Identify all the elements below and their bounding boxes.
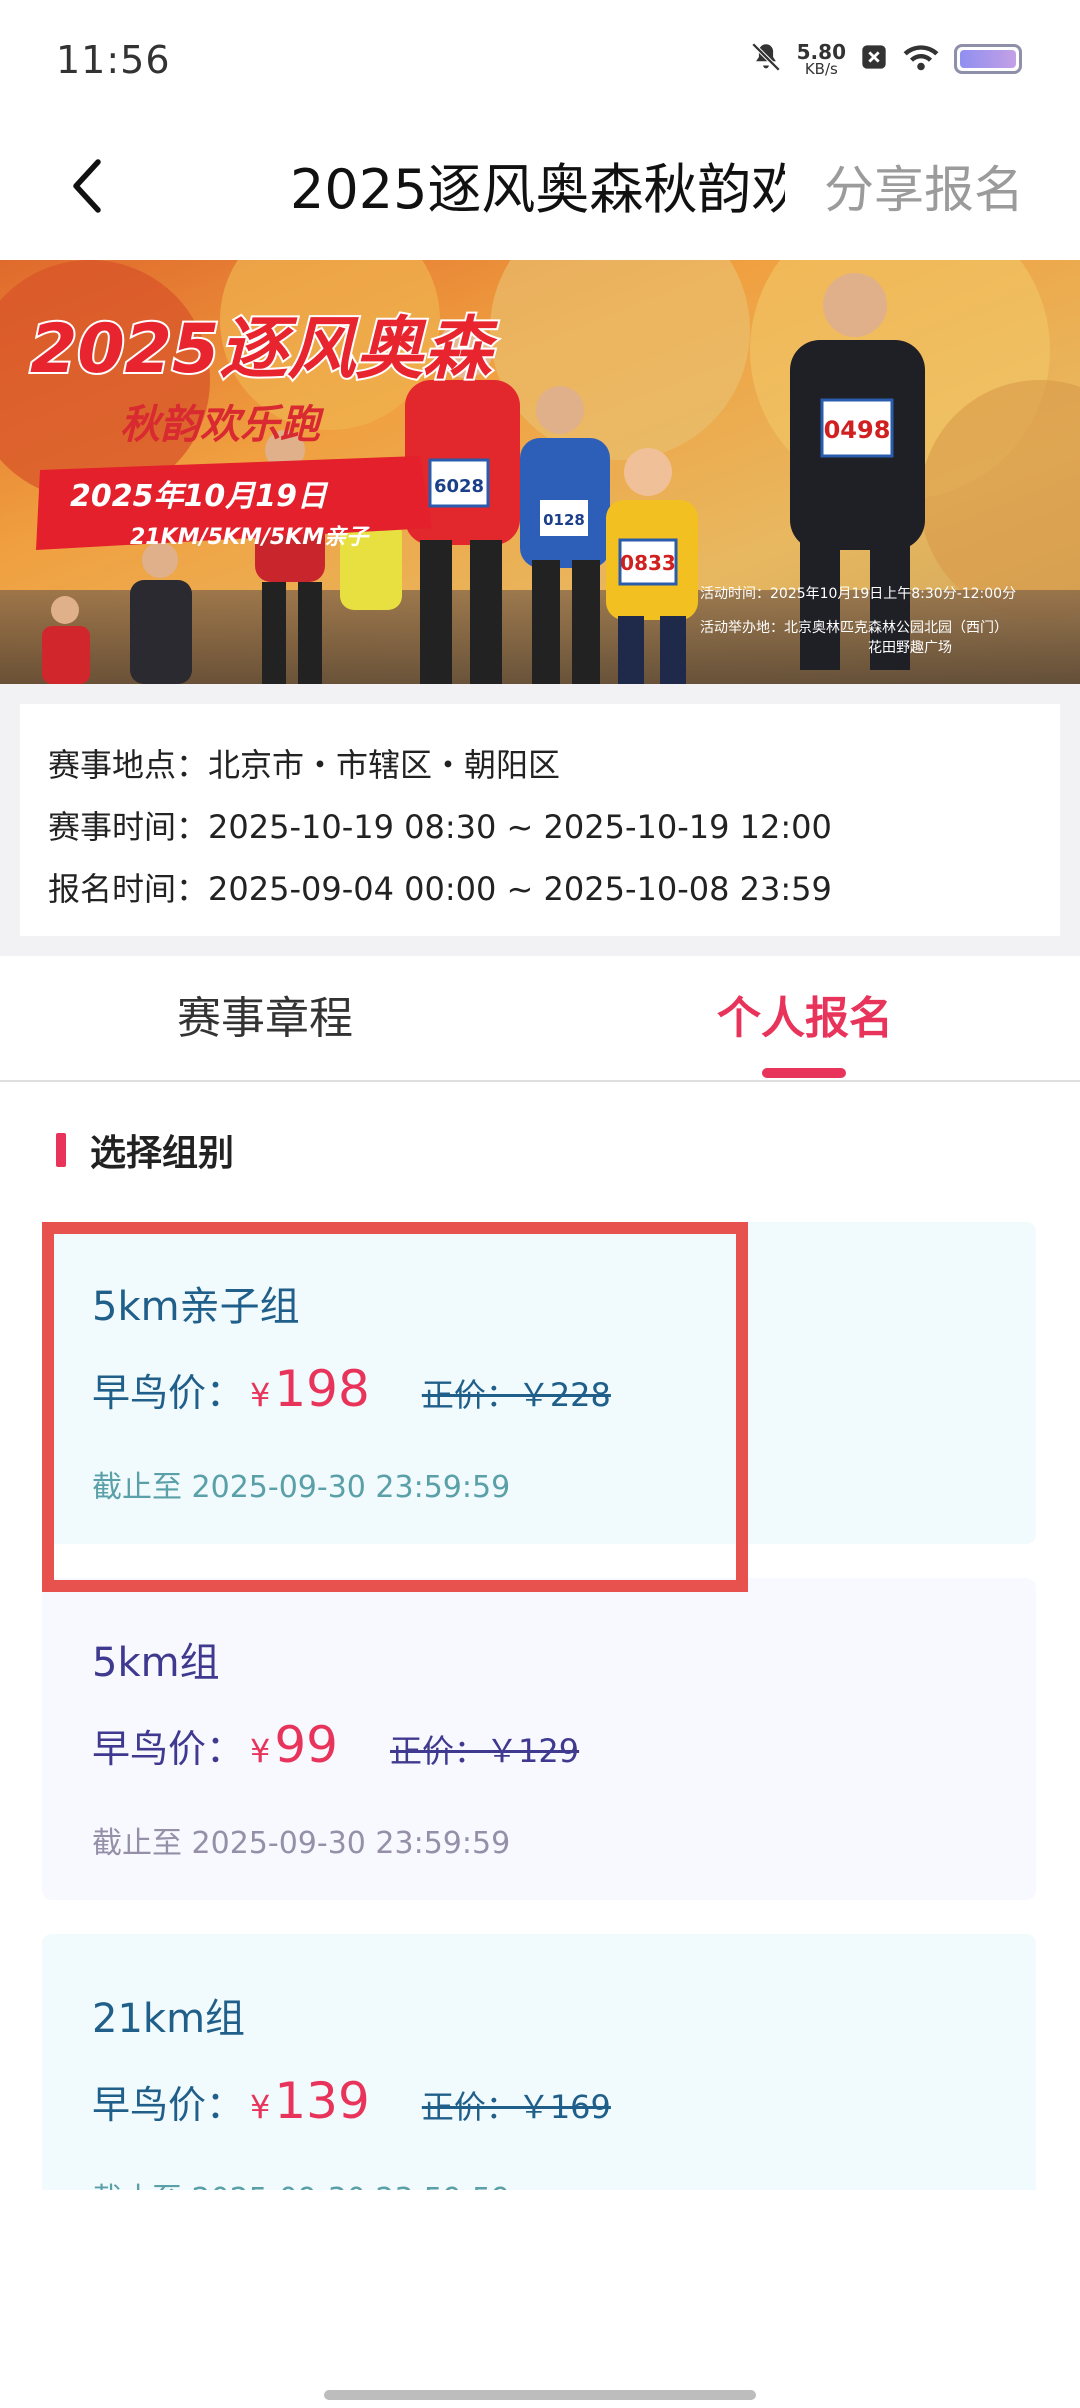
net-speed-unit: KB/s: [804, 59, 838, 78]
page-title: 2025逐风奥森秋韵欢乐跑: [290, 158, 785, 221]
active-tab-indicator: [762, 1068, 846, 1078]
battery-icon: [954, 44, 1022, 74]
banner-date: 2025年10月19日: [70, 479, 329, 514]
home-indicator[interactable]: [324, 2390, 756, 2400]
net-speed: 5.80 KB/s: [797, 42, 846, 77]
event-banner: 0498 6028 0128 0833 2025逐风奥森 秋韵欢乐跑 2025年…: [0, 260, 1080, 684]
share-signup-button[interactable]: 分享报名: [824, 150, 1024, 230]
banner-venue-note: 活动举办地：北京奥林匹克森林公园北园（西门）: [700, 619, 1008, 636]
banner-time-note: 活动时间：2025年10月19日上午8:30分-12:00分: [700, 586, 1016, 602]
signup-time-row: 报名时间：2025-09-04 00:00 ~ 2025-10-08 23:59: [48, 858, 1032, 920]
close-box-icon: [860, 43, 888, 75]
deadline: 截止至 2025-09-30 23:59:59: [92, 1470, 511, 1505]
early-bird-label: 早鸟价：: [92, 1371, 245, 1415]
event-info-section: 赛事地点：北京市・市辖区・朝阳区 赛事时间：2025-10-19 08:30 ~…: [0, 684, 1080, 956]
status-bar: 11:56 5.80 KB/s: [0, 0, 1080, 120]
event-time-value: 2025-10-19 08:30 ~ 2025-10-19 12:00: [208, 808, 832, 846]
section-title-text: 选择组别: [90, 1133, 235, 1174]
svg-text:6028: 6028: [434, 476, 484, 497]
group-name: 5km组: [92, 1640, 220, 1686]
tab-personal-signup[interactable]: 个人报名: [540, 956, 1070, 1082]
price-row: 早鸟价： ¥ 198 正价：￥228: [92, 1360, 611, 1430]
early-bird-price: 139: [274, 2072, 370, 2130]
section-title-marker: [56, 1133, 66, 1167]
status-icons: 5.80 KB/s: [749, 40, 1022, 78]
group-card-5km-family[interactable]: 5km亲子组 早鸟价： ¥ 198 正价：￥228 截止至 2025-09-30…: [42, 1222, 1036, 1544]
banner-headline: 2025逐风奥森: [30, 310, 498, 389]
net-speed-value: 5.80: [796, 39, 846, 64]
banner-subheadline: 秋韵欢乐跑: [120, 402, 325, 448]
currency-symbol: ¥: [250, 1732, 271, 1770]
group-name: 5km亲子组: [92, 1284, 300, 1330]
event-time-label: 赛事时间：: [48, 808, 209, 846]
tab-bar: 赛事章程 个人报名: [0, 956, 1080, 1082]
price-row: 早鸟价： ¥ 99 正价：￥129: [92, 1716, 579, 1786]
banner-distances: 21KM/5KM/5KM亲子: [130, 525, 370, 550]
group-name: 21km组: [92, 1996, 246, 2042]
top-bar: 2025逐风奥森秋韵欢乐跑 分享报名: [0, 120, 1080, 260]
banner-venue-note-2: 花田野趣广场: [868, 640, 952, 656]
signup-time-label: 报名时间：: [48, 870, 209, 908]
wifi-icon: [902, 42, 940, 76]
back-button[interactable]: [46, 146, 126, 226]
regular-price: 正价：￥129: [390, 1732, 580, 1770]
tab-event-rules[interactable]: 赛事章程: [0, 956, 530, 1082]
currency-symbol: ¥: [250, 1376, 271, 1414]
early-bird-label: 早鸟价：: [92, 1727, 245, 1771]
group-card-5km[interactable]: 5km组 早鸟价： ¥ 99 正价：￥129 截止至 2025-09-30 23…: [42, 1578, 1036, 1900]
event-time-row: 赛事时间：2025-10-19 08:30 ~ 2025-10-19 12:00: [48, 796, 1032, 858]
event-location-label: 赛事地点：: [48, 746, 209, 784]
chevron-left-icon: [73, 159, 101, 213]
currency-symbol: ¥: [250, 2088, 271, 2126]
status-time: 11:56: [56, 38, 171, 82]
bottom-area: [0, 2190, 1080, 2408]
section-title: 选择组别: [56, 1130, 234, 1174]
svg-text:0128: 0128: [543, 511, 585, 529]
regular-price: 正价：￥169: [421, 2088, 611, 2126]
early-bird-price: 198: [274, 1360, 370, 1418]
deadline: 截止至 2025-09-30 23:59:59: [92, 1826, 511, 1861]
bib-0498: 0498: [824, 416, 891, 444]
svg-text:0833: 0833: [620, 551, 676, 575]
regular-price: 正价：￥228: [421, 1376, 611, 1414]
event-location-row: 赛事地点：北京市・市辖区・朝阳区: [48, 734, 1032, 796]
event-info-card: 赛事地点：北京市・市辖区・朝阳区 赛事时间：2025-10-19 08:30 ~…: [20, 704, 1060, 936]
mute-icon: [749, 40, 783, 78]
early-bird-label: 早鸟价：: [92, 2083, 245, 2127]
event-location-value: 北京市・市辖区・朝阳区: [208, 746, 561, 784]
early-bird-price: 99: [274, 1716, 338, 1774]
signup-time-value: 2025-09-04 00:00 ~ 2025-10-08 23:59: [208, 870, 832, 908]
price-row: 早鸟价： ¥ 139 正价：￥169: [92, 2072, 611, 2142]
